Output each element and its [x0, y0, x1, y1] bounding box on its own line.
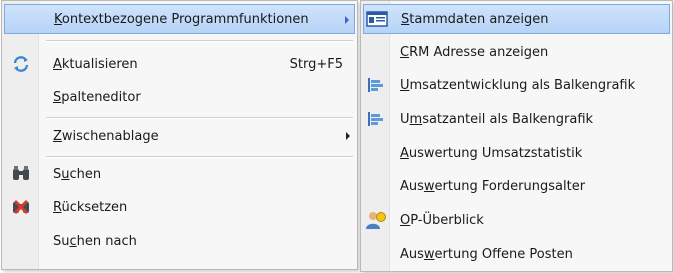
menu-item-label: Umsatzanteil als Balkengrafik — [400, 111, 594, 127]
context-menu: Kontextbezogene Programmfunktionen Aktua… — [1, 0, 358, 270]
menu-item-label: Zwischenablage — [53, 128, 159, 144]
submenu-arrow-icon — [345, 16, 349, 24]
menu-item-spalteneditor[interactable]: Spalteneditor — [4, 82, 355, 112]
menu-item-label: Suchen — [53, 166, 102, 182]
menu-item-auswertung-umsatzstatistik[interactable]: Auswertung Umsatzstatistik — [363, 138, 670, 168]
menu-item-umsatzentwicklung-balkengrafik[interactable]: Umsatzentwicklung als Balkengrafik — [363, 70, 670, 100]
person-money-icon — [363, 206, 389, 234]
menu-separator — [46, 156, 353, 158]
menu-item-ruecksetzen[interactable]: Rücksetzen — [4, 192, 355, 222]
menu-item-label: Auswertung Offene Posten — [400, 246, 573, 262]
menu-separator — [46, 40, 353, 42]
menu-item-suchen[interactable]: Suchen — [4, 159, 355, 189]
menu-item-label: Kontextbezogene Programmfunktionen — [54, 11, 309, 27]
menu-item-label: Aktualisieren — [53, 56, 138, 72]
refresh-icon — [8, 50, 34, 78]
menu-item-suchen-nach[interactable]: Suchen nach — [4, 226, 355, 256]
submenu-arrow-icon — [346, 132, 350, 140]
menu-item-umsatzanteil-balkengrafik[interactable]: Umsatzanteil als Balkengrafik — [363, 104, 670, 134]
menu-item-aktualisieren[interactable]: Aktualisieren Strg+F5 — [4, 49, 355, 79]
menu-item-crm-adresse-anzeigen[interactable]: CRM Adresse anzeigen — [363, 37, 670, 67]
binoculars-reset-icon — [8, 193, 34, 221]
shortcut-label: Strg+F5 — [289, 56, 343, 72]
menu-separator — [46, 117, 353, 119]
menu-item-label: Rücksetzen — [53, 199, 128, 215]
menu-item-op-ueberblick[interactable]: OP-Überblick — [363, 205, 670, 235]
binoculars-icon — [8, 160, 34, 188]
menu-item-kontextbezogene-programmfunktionen[interactable]: Kontextbezogene Programmfunktionen — [4, 4, 355, 34]
menu-item-stammdaten-anzeigen[interactable]: Stammdaten anzeigen — [363, 4, 670, 34]
submenu-programmfunktionen: Stammdaten anzeigen CRM Adresse anzeigen… — [360, 0, 673, 272]
menu-item-label: Auswertung Forderungsalter — [400, 178, 586, 194]
bar-chart-icon — [363, 105, 389, 133]
menu-item-label: Stammdaten anzeigen — [401, 11, 549, 27]
menu-item-label: CRM Adresse anzeigen — [400, 44, 549, 60]
card-icon — [364, 5, 390, 33]
menu-item-label: Spalteneditor — [53, 89, 141, 105]
menu-item-zwischenablage[interactable]: Zwischenablage — [4, 121, 355, 151]
menu-item-label: Suchen nach — [53, 233, 137, 249]
menu-item-auswertung-forderungsalter[interactable]: Auswertung Forderungsalter — [363, 171, 670, 201]
menu-item-label: Auswertung Umsatzstatistik — [400, 145, 583, 161]
menu-item-label: Umsatzentwicklung als Balkengrafik — [400, 77, 636, 93]
bar-chart-icon — [363, 71, 389, 99]
menu-item-label: OP-Überblick — [400, 212, 484, 228]
menu-item-auswertung-offene-posten[interactable]: Auswertung Offene Posten — [363, 239, 670, 269]
